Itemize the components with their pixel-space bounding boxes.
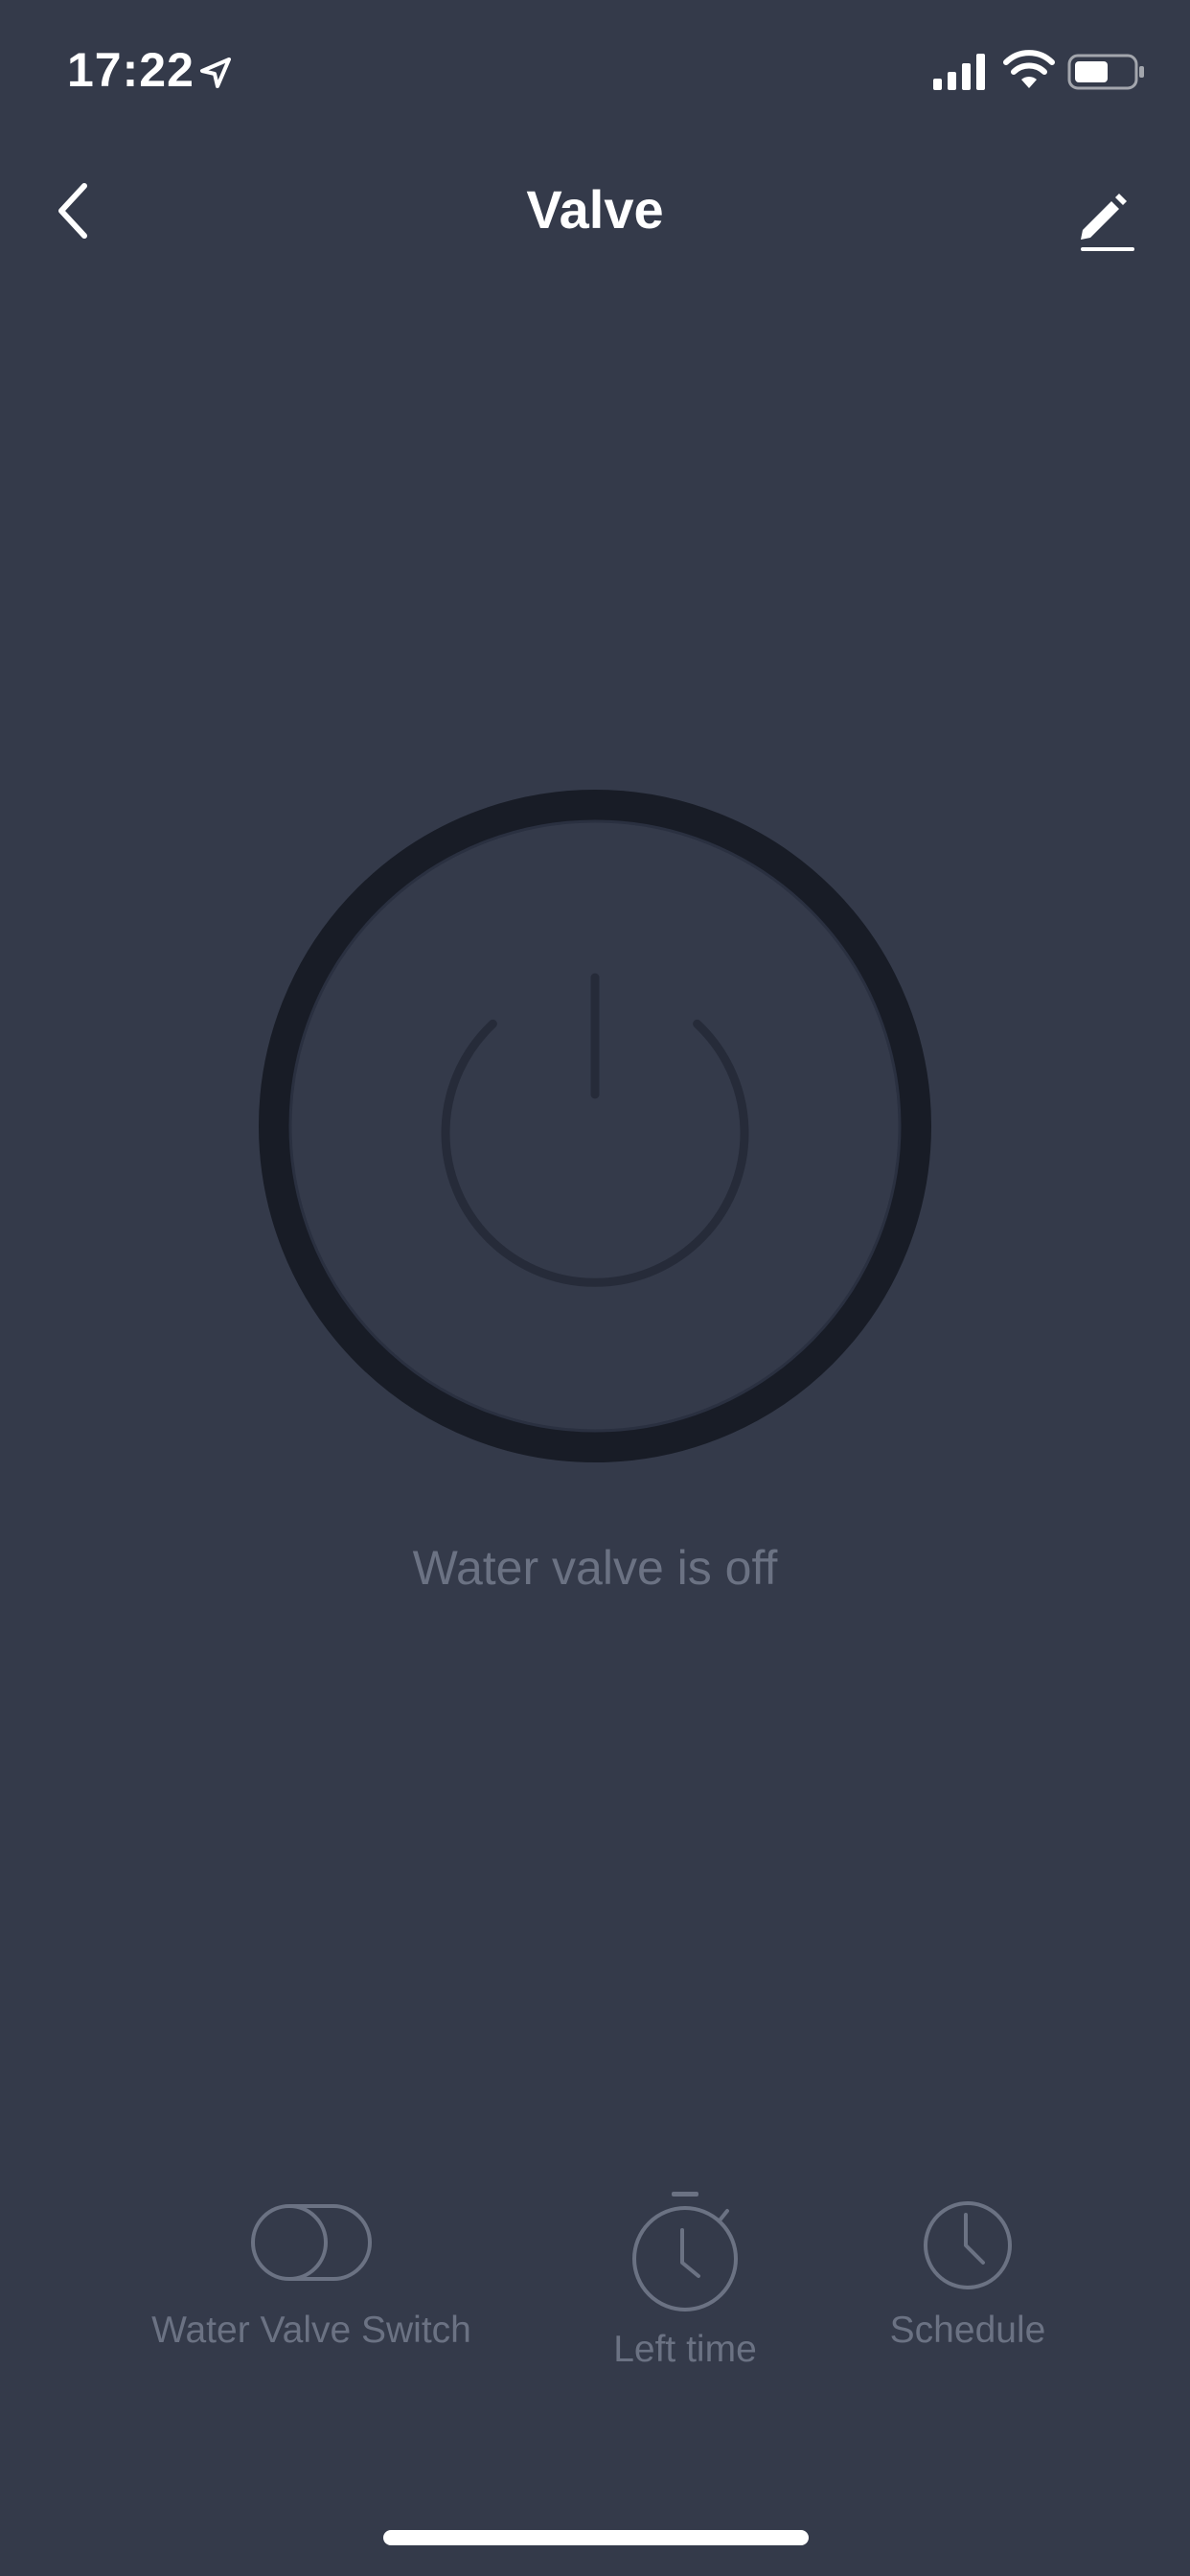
status-time: 17:22 bbox=[67, 43, 195, 97]
edit-button[interactable] bbox=[1067, 182, 1144, 259]
location-arrow-icon bbox=[200, 58, 231, 88]
cellular-signal-icon bbox=[933, 54, 985, 90]
battery-icon bbox=[1067, 54, 1144, 90]
left-time-control[interactable]: Left time bbox=[575, 2175, 795, 2371]
power-ring-inner-edge bbox=[288, 819, 902, 1433]
valve-status-text: Water valve is off bbox=[412, 1541, 778, 1595]
left-time-label: Left time bbox=[613, 2329, 757, 2370]
home-indicator[interactable] bbox=[383, 2530, 809, 2545]
power-ring bbox=[259, 790, 931, 1462]
stopwatch-icon bbox=[632, 2192, 738, 2312]
schedule-label: Schedule bbox=[889, 2310, 1046, 2351]
water-valve-switch-label: Water Valve Switch bbox=[151, 2310, 471, 2351]
pencil-icon bbox=[1081, 194, 1134, 251]
wifi-icon bbox=[1003, 50, 1055, 88]
bottom-controls: Water Valve Switch Left time Schedule bbox=[0, 2175, 1190, 2405]
toggle-switch-icon bbox=[251, 2204, 372, 2281]
clock-icon bbox=[924, 2201, 1012, 2289]
water-valve-switch-control[interactable]: Water Valve Switch bbox=[125, 2175, 498, 2352]
nav-bar: Valve bbox=[0, 163, 1190, 259]
power-icon bbox=[441, 973, 749, 1287]
page-title: Valve bbox=[526, 179, 664, 240]
schedule-control[interactable]: Schedule bbox=[862, 2175, 1073, 2352]
valve-power-button[interactable] bbox=[259, 790, 931, 1462]
status-bar: 17:22 bbox=[0, 0, 1190, 144]
